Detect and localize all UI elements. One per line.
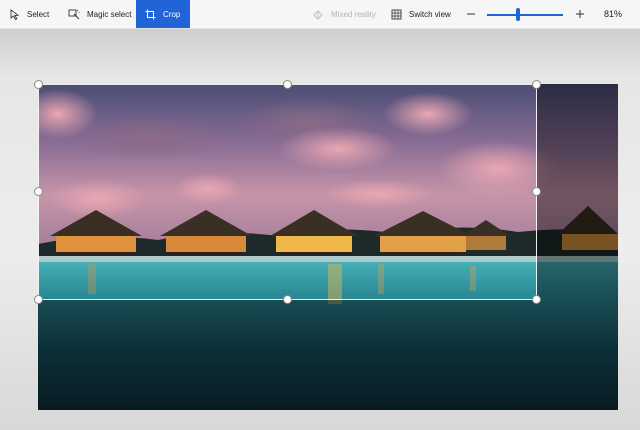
crop-tool-label: Crop: [163, 9, 181, 19]
zoom-slider[interactable]: [487, 14, 563, 16]
plus-icon[interactable]: [575, 7, 585, 21]
mixed-reality-label: Mixed reality: [331, 9, 376, 19]
select-tool-button[interactable]: Select: [10, 0, 49, 28]
magic-select-icon: [68, 9, 80, 19]
crop-handle-top[interactable]: [283, 80, 292, 89]
mixed-reality-button[interactable]: Mixed reality: [312, 0, 376, 28]
mixed-reality-icon: [313, 9, 323, 20]
crop-mask-right: [537, 84, 618, 300]
switch-view-button[interactable]: Switch view: [391, 0, 451, 28]
crop-handle-bottom[interactable]: [283, 295, 292, 304]
magic-select-button[interactable]: Magic select: [68, 0, 131, 28]
crop-handle-bottom-right[interactable]: [532, 295, 541, 304]
zoom-slider-thumb[interactable]: [516, 8, 520, 21]
crop-handle-bottom-left[interactable]: [34, 295, 43, 304]
crop-icon: [145, 9, 156, 19]
crop-handle-right[interactable]: [532, 187, 541, 196]
toolbar: Select Magic select Crop Mixed reality S…: [0, 0, 640, 29]
crop-handle-top-left[interactable]: [34, 80, 43, 89]
magic-select-label: Magic select: [87, 9, 132, 19]
cursor-arrow-icon: [10, 8, 20, 20]
minus-icon[interactable]: [466, 7, 476, 21]
crop-handle-left[interactable]: [34, 187, 43, 196]
crop-mask-bottom: [38, 300, 618, 410]
crop-tool-button[interactable]: Crop: [136, 0, 190, 28]
select-tool-label: Select: [27, 9, 50, 19]
crop-selection[interactable]: [38, 84, 537, 300]
switch-view-label: Switch view: [409, 9, 451, 19]
zoom-level-label: 81%: [604, 9, 623, 19]
switch-view-icon: [391, 9, 402, 19]
crop-handle-top-right[interactable]: [532, 80, 541, 89]
